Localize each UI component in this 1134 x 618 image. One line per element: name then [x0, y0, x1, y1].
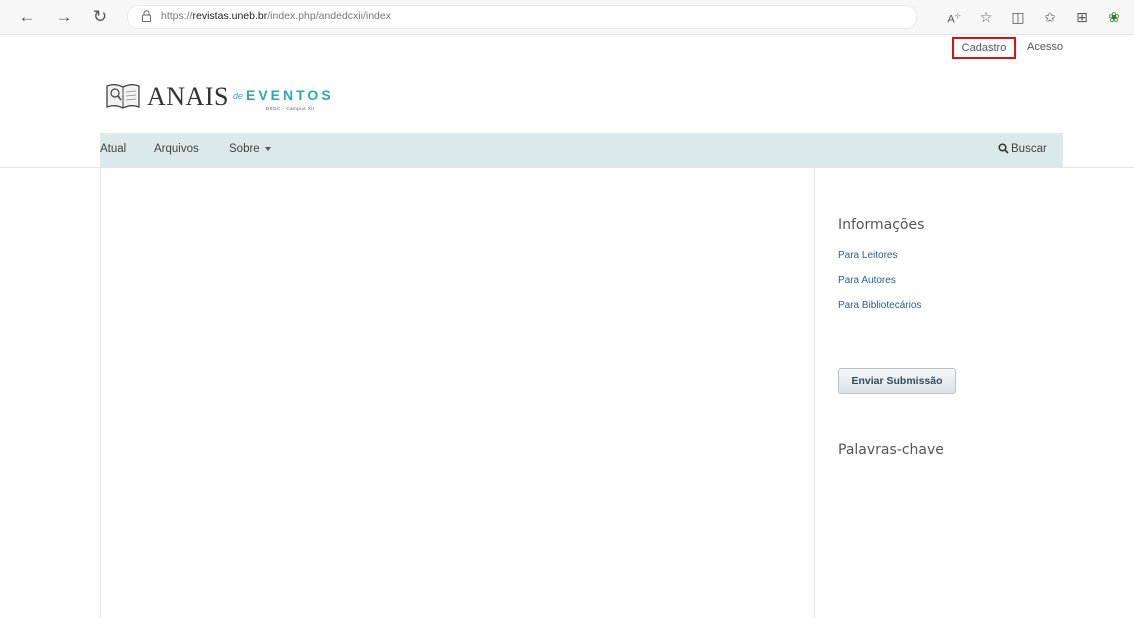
split-screen-icon[interactable]: ◫: [1009, 8, 1027, 26]
read-aloud-icon[interactable]: A⊹: [945, 8, 963, 26]
address-bar[interactable]: https://revistas.uneb.br/index.php/anded…: [127, 5, 917, 29]
search-icon: [998, 143, 1009, 154]
logo-subtitle: DEDC · Campus XII: [266, 106, 315, 111]
nav-item-arquivos[interactable]: Arquivos: [154, 143, 199, 155]
search-link[interactable]: Buscar: [998, 143, 1047, 155]
book-icon: [106, 84, 140, 109]
extensions-icon[interactable]: ❀: [1105, 8, 1123, 26]
url-text: https://revistas.uneb.br/index.php/anded…: [161, 10, 391, 22]
link-librarians[interactable]: Para Bibliotecários: [838, 300, 921, 311]
link-authors[interactable]: Para Autores: [838, 275, 896, 286]
main-nav: Atual Arquivos Sobre Buscar: [100, 133, 1063, 167]
browser-toolbar: ← → ↻ https://revistas.uneb.br/index.php…: [0, 0, 1134, 35]
sidebar-border: [814, 167, 815, 618]
favorites-icon[interactable]: ✩: [1041, 8, 1059, 26]
collections-icon[interactable]: ⊞: [1073, 8, 1091, 26]
logo-title: ANAIS: [147, 82, 229, 111]
back-icon[interactable]: ←: [18, 8, 36, 26]
link-readers[interactable]: Para Leitores: [838, 250, 897, 261]
lock-icon[interactable]: [142, 10, 151, 22]
logo-eventos: EVENTOS: [246, 87, 334, 103]
nav-item-atual[interactable]: Atual: [100, 143, 126, 155]
nav-item-sobre[interactable]: Sobre: [229, 143, 271, 155]
login-link[interactable]: Acesso: [1027, 38, 1063, 56]
forward-icon[interactable]: →: [55, 8, 73, 26]
favorite-star-icon[interactable]: ☆: [977, 8, 995, 26]
nav-item-sobre-label: Sobre: [229, 143, 260, 155]
info-title: Informações: [838, 217, 925, 233]
submit-button[interactable]: Enviar Submissão: [838, 368, 956, 394]
keywords-title: Palavras-chave: [838, 442, 944, 458]
register-link[interactable]: Cadastro: [952, 37, 1016, 59]
search-label: Buscar: [1011, 143, 1047, 155]
refresh-icon[interactable]: ↻: [91, 8, 109, 26]
caret-down-icon: [264, 146, 271, 151]
content-border-left: [100, 167, 101, 618]
header-divider: [0, 167, 1134, 168]
logo-de: de: [233, 91, 244, 101]
